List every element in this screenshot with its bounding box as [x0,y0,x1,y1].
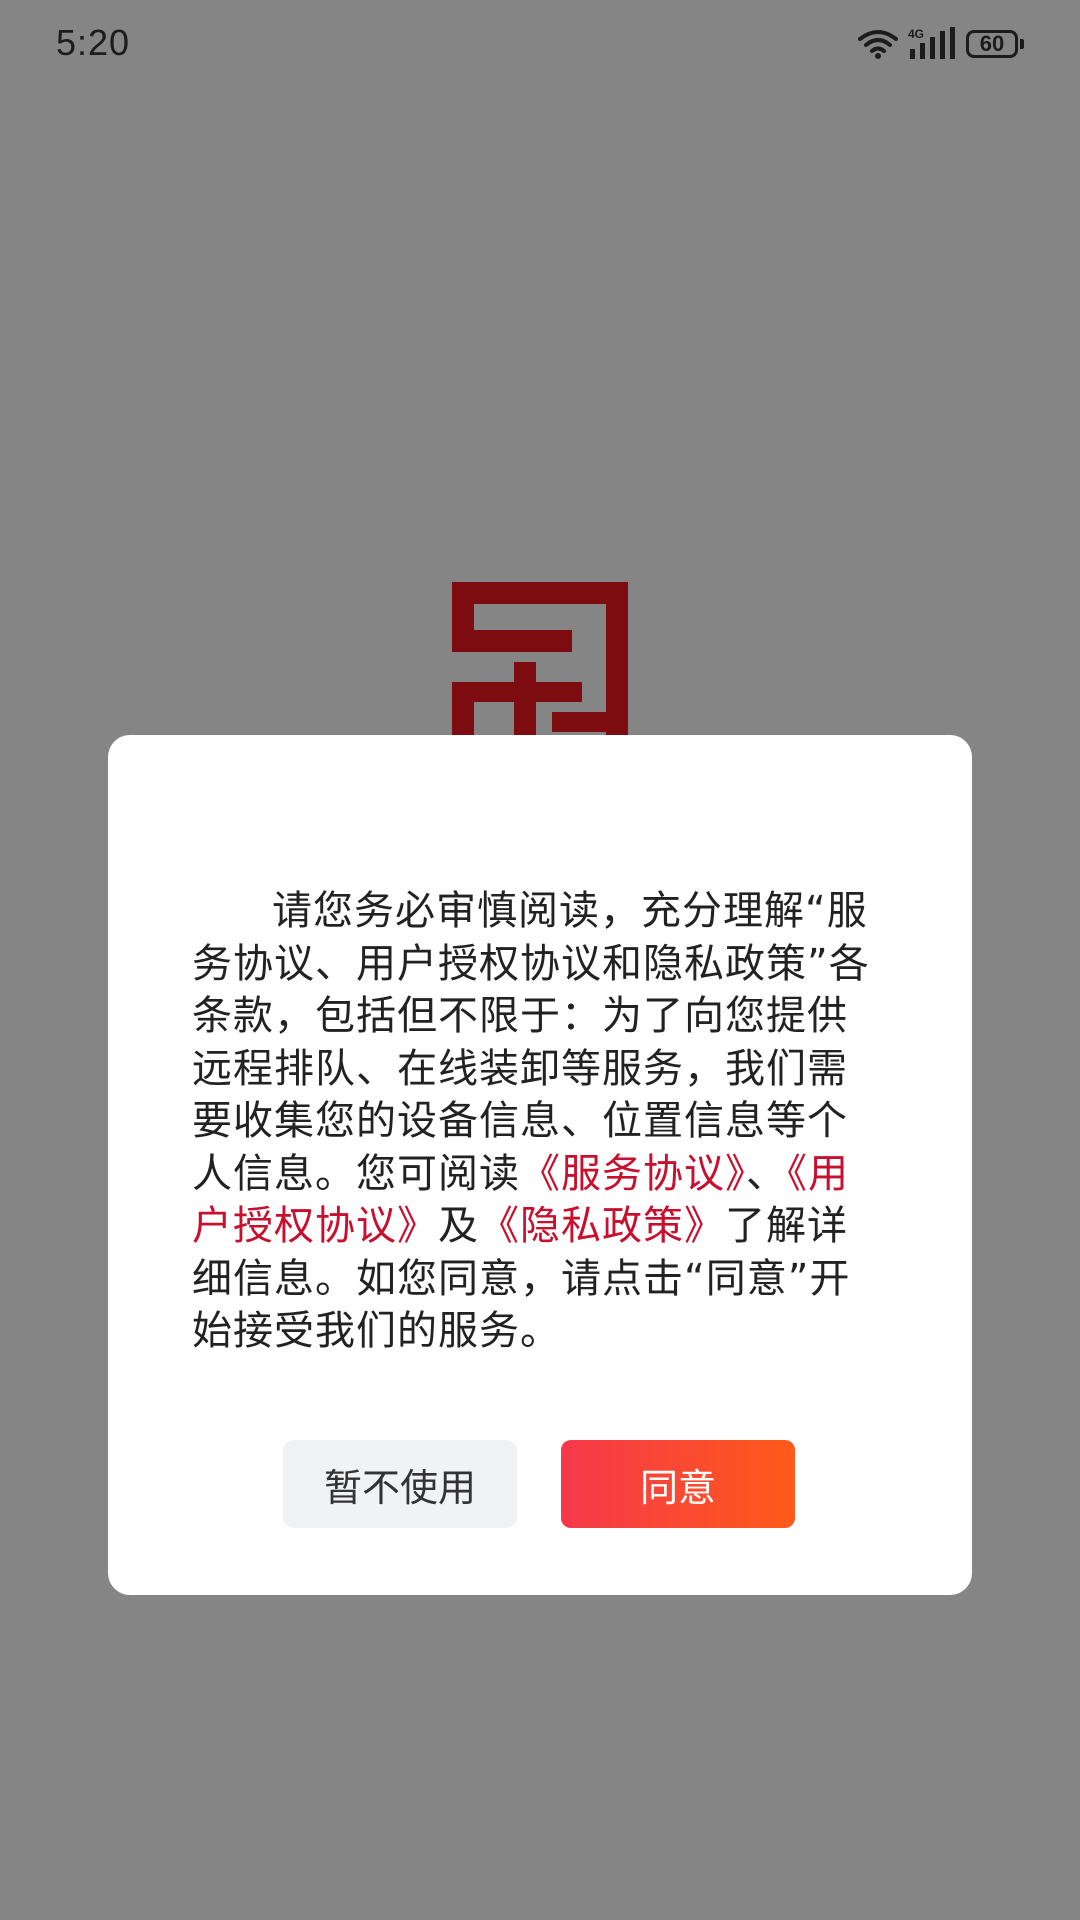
dialog-message: 请您务必审慎阅读，充分理解“服务协议、用户授权协议和隐私政策”各条款，包括但不限… [192,885,888,1358]
battery-icon: 60 [966,30,1018,58]
cellular-signal-icon: 4G [908,27,955,59]
status-icons: 4G 60 [858,26,1024,62]
wifi-icon [858,30,898,59]
status-time: 5:20 [56,22,131,63]
privacy-policy-link[interactable]: 《隐私政策》 [479,1203,725,1249]
privacy-consent-dialog: 请您务必审慎阅读，充分理解“服务协议、用户授权协议和隐私政策”各条款，包括但不限… [108,735,972,1595]
message-separator: 、 [746,1150,787,1197]
service-agreement-link[interactable]: 《服务协议》 [520,1151,746,1197]
decline-button[interactable]: 暂不使用 [283,1440,517,1528]
message-conjunction: 及 [438,1203,479,1249]
battery-level: 60 [979,31,1005,56]
agree-button[interactable]: 同意 [561,1440,795,1528]
status-bar: 5:20 4G 60 [0,0,1080,90]
network-type-label: 4G [908,27,924,41]
battery-tip [1020,39,1024,49]
